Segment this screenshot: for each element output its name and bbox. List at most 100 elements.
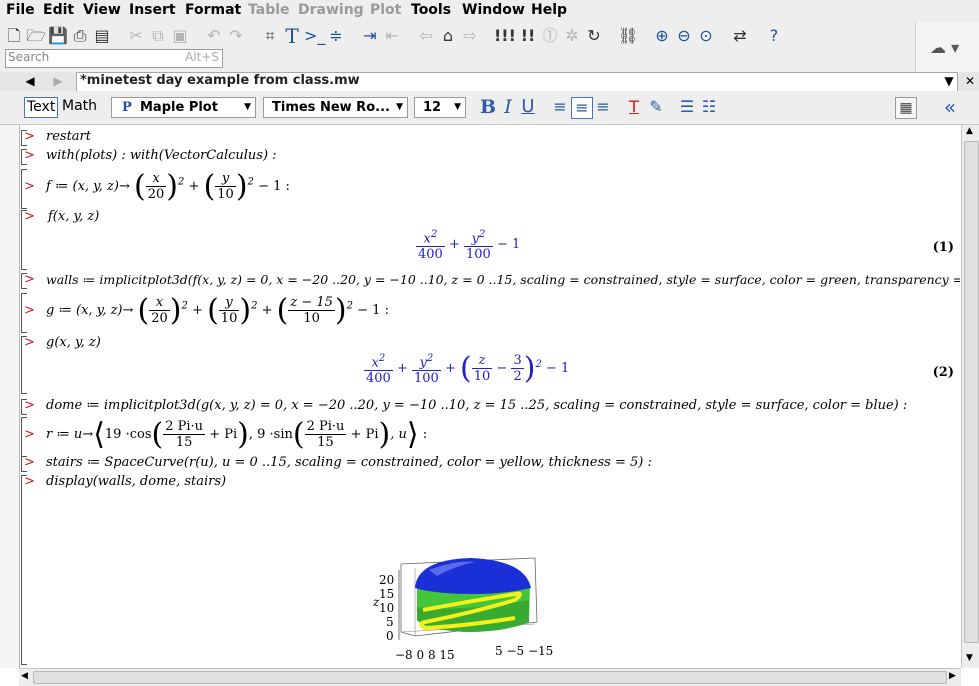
input-line-restart[interactable]: restart <box>46 129 91 144</box>
prompt-marker: > <box>24 398 35 413</box>
outdent-icon[interactable]: ⇤ <box>382 26 402 46</box>
tab-close-icon[interactable]: ✕ <box>958 73 979 89</box>
prompt-icon[interactable]: >_ <box>304 26 325 46</box>
paste-icon[interactable]: ▣ <box>170 26 190 46</box>
execute-selection-icon[interactable]: !! <box>518 26 538 46</box>
print-icon[interactable]: ⎙ <box>70 26 90 46</box>
back-icon[interactable]: ⇦ <box>416 26 436 46</box>
frac-denominator: 15 <box>175 435 193 450</box>
input-line-g-call[interactable]: g(x, y, z) <box>46 335 101 350</box>
open-folder-icon[interactable]: 🗁 <box>26 26 46 46</box>
equation-label: (2) <box>932 365 954 380</box>
link-icon[interactable]: ⛓ <box>618 26 638 46</box>
input-line-display[interactable]: display(walls, dome, stairs) <box>46 474 226 489</box>
swap-icon[interactable]: ⇄ <box>730 26 750 46</box>
execute-icon[interactable]: !!! <box>494 26 516 46</box>
menu-insert[interactable]: Insert <box>129 2 176 18</box>
frac-numerator: y <box>419 355 427 371</box>
scrollbar-thumb[interactable] <box>964 141 979 643</box>
plot-3d[interactable]: z 20 15 10 5 0 −8 0 8 15 5 −5 −15 <box>365 552 565 667</box>
menu-file[interactable]: File <box>6 2 35 18</box>
z-tick-label: 0 <box>386 629 394 643</box>
bold-icon[interactable]: B <box>478 97 498 117</box>
text-mode-button[interactable]: Text <box>24 97 59 118</box>
tab-prev-icon[interactable]: ◀ <box>18 73 42 89</box>
size-select[interactable]: 12 ▼ <box>414 97 466 118</box>
cut-icon[interactable]: ✂ <box>126 26 146 46</box>
new-document-icon[interactable]: 🗋 <box>4 26 24 46</box>
menu-table[interactable]: Table <box>248 2 290 18</box>
math-mode-button[interactable]: Math <box>60 97 99 116</box>
menu-tools[interactable]: Tools <box>411 2 451 18</box>
menu-view[interactable]: View <box>83 2 121 18</box>
input-line-g-definition[interactable]: g ≔ (x, y, z)→ (x 20)2 + (y 10)2 + (z − 15… <box>46 293 389 328</box>
indent-icon[interactable]: ⇥ <box>360 26 380 46</box>
menu-edit[interactable]: Edit <box>43 2 74 18</box>
italic-icon[interactable]: I <box>498 97 518 117</box>
help-icon[interactable]: ? <box>764 26 784 46</box>
underline-icon[interactable]: U <box>518 97 538 117</box>
find-icon[interactable]: ⌗ <box>260 26 280 46</box>
forward-icon[interactable]: ⇨ <box>460 26 480 46</box>
font-select[interactable]: Times New Ro... ▼ <box>263 97 408 118</box>
cloud-icon[interactable]: ☁ ▾ <box>930 38 959 57</box>
z-tick-label: 10 <box>379 601 394 615</box>
tab-next-icon[interactable]: ▶ <box>46 73 70 89</box>
scroll-down-icon[interactable]: ▼ <box>966 653 973 663</box>
text-color-icon[interactable]: T <box>624 97 644 117</box>
print-preview-icon[interactable]: ▤ <box>92 26 112 46</box>
search-input[interactable]: Search Alt+S <box>5 49 223 68</box>
u-term: , u <box>390 427 407 442</box>
debug-icon[interactable]: ✲ <box>562 26 582 46</box>
copy-icon[interactable]: ⧉ <box>148 26 168 46</box>
undo-icon[interactable]: ↶ <box>204 26 224 46</box>
collapse-panel-icon[interactable]: « <box>940 97 960 117</box>
numbered-list-icon[interactable]: ☷ <box>699 97 719 117</box>
style-select[interactable]: P Maple Plot ▼ <box>111 97 256 118</box>
home-icon[interactable]: ⌂ <box>438 26 458 46</box>
menu-help[interactable]: Help <box>531 2 567 18</box>
align-left-icon[interactable]: ≡ <box>550 97 570 117</box>
vertical-scrollbar[interactable]: ▲ ▼ <box>961 125 979 668</box>
menu-format[interactable]: Format <box>185 2 241 18</box>
prompt-marker: > <box>24 272 35 287</box>
zoom-fit-icon[interactable]: ⊙ <box>696 26 716 46</box>
align-center-icon[interactable]: ≡ <box>571 97 593 119</box>
document-tab[interactable]: *minetest day example from class.mw <box>76 72 958 91</box>
horizontal-scrollbar[interactable]: ◀ ▶ <box>19 668 961 686</box>
output-tail: − 1 <box>496 237 521 253</box>
input-line-f-call[interactable]: f(x, y, z) <box>48 209 99 224</box>
bullet-list-icon[interactable]: ☰ <box>677 97 697 117</box>
restart-icon[interactable]: ↻ <box>584 26 604 46</box>
input-line-dome[interactable]: dome ≔ implicitplot3d(g(x, y, z) = 0, x … <box>46 398 907 413</box>
input-line-f-definition[interactable]: f ≔ (x, y, z)→ (x 20)2 + (y 10)2 − 1 : <box>46 169 290 204</box>
input-line-with[interactable]: with(plots) : with(VectorCalculus) : <box>46 148 277 163</box>
input-line-stairs[interactable]: stairs ≔ SpaceCurve(r(u), u = 0 ..15, sc… <box>46 455 652 470</box>
search-shortcut: Alt+S <box>185 50 219 64</box>
scroll-left-icon[interactable]: ◀ <box>21 671 28 681</box>
frac-numerator: 2 Pi·u <box>304 419 347 435</box>
paragraph-icon[interactable]: ≑ <box>326 26 346 46</box>
style-select-icon: P <box>122 100 132 115</box>
highlight-icon[interactable]: ✎ <box>646 97 666 117</box>
prompt-marker: > <box>24 179 35 194</box>
stop-icon[interactable]: ⓵ <box>540 26 560 46</box>
menu-plot[interactable]: Plot <box>370 2 401 18</box>
text-icon[interactable]: T <box>282 26 302 46</box>
menu-drawing[interactable]: Drawing <box>298 2 364 18</box>
scroll-up-icon[interactable]: ▲ <box>966 126 973 136</box>
input-line-walls[interactable]: walls ≔ implicitplot3d(f(x, y, z) = 0, x… <box>46 272 960 287</box>
frac-numerator: 2 Pi·u <box>163 419 206 435</box>
execution-group-bracket[interactable] <box>21 475 27 665</box>
align-right-icon[interactable]: ≡ <box>593 97 613 117</box>
zoom-out-icon[interactable]: ⊖ <box>674 26 694 46</box>
zoom-in-icon[interactable]: ⊕ <box>652 26 672 46</box>
redo-icon[interactable]: ↷ <box>226 26 246 46</box>
scrollbar-thumb[interactable] <box>33 671 947 684</box>
menu-window[interactable]: Window <box>462 2 525 18</box>
palette-icon[interactable]: ▦ <box>895 97 917 119</box>
input-line-r-definition[interactable]: r ≔ u→⟨19 ·cos(2 Pi·u 15 + Pi), 9 ·sin(2 … <box>46 417 427 452</box>
scroll-right-icon[interactable]: ▶ <box>949 671 956 681</box>
frac-denominator: 2 <box>513 369 522 385</box>
save-icon[interactable]: 💾 <box>48 26 68 46</box>
